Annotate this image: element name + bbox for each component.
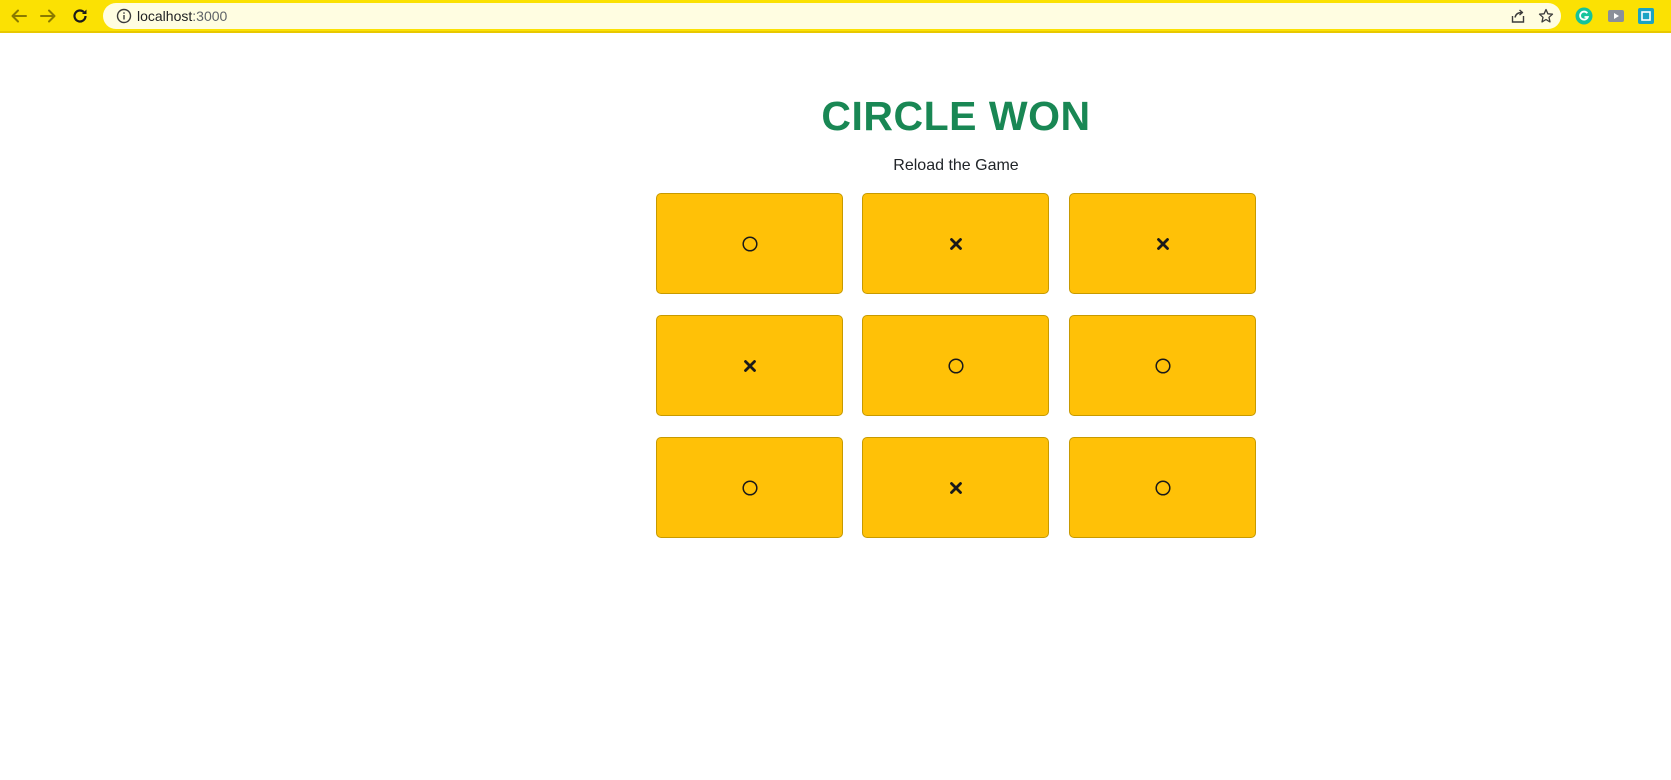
url-host: localhost [137, 8, 193, 24]
board-cell[interactable] [656, 193, 843, 294]
cross-icon [1156, 237, 1169, 250]
cross-icon [743, 359, 756, 372]
forward-button[interactable] [37, 5, 59, 27]
reload-button[interactable] [69, 5, 91, 27]
board-cell[interactable] [862, 315, 1049, 416]
url-port: :3000 [192, 8, 228, 24]
back-button[interactable] [8, 5, 30, 27]
board-cell[interactable] [1069, 437, 1256, 538]
circle-icon [947, 357, 964, 374]
board-cell[interactable] [862, 437, 1049, 538]
arrow-left-icon [11, 9, 27, 23]
board-cell[interactable] [1069, 315, 1256, 416]
cross-icon [949, 237, 962, 250]
circle-icon [741, 235, 758, 252]
arrow-right-icon [40, 9, 56, 23]
cross-icon [949, 481, 962, 494]
media-extension-icon[interactable] [1607, 7, 1625, 25]
star-icon[interactable] [1538, 8, 1554, 24]
board-cell[interactable] [862, 193, 1049, 294]
game-board [656, 193, 1256, 539]
board-cell[interactable] [656, 315, 843, 416]
info-icon[interactable] [116, 8, 132, 24]
address-bar[interactable]: localhost:3000 [103, 3, 1561, 29]
url-text: localhost:3000 [137, 7, 227, 25]
browser-toolbar: localhost:3000 [0, 0, 1671, 33]
reload-icon [73, 9, 87, 23]
circle-icon [1154, 479, 1171, 496]
board-cell[interactable] [656, 437, 843, 538]
share-icon[interactable] [1510, 8, 1526, 24]
board-cell[interactable] [1069, 193, 1256, 294]
screenshot-extension-icon[interactable] [1637, 7, 1655, 25]
circle-icon [741, 479, 758, 496]
grammarly-icon[interactable] [1575, 7, 1593, 25]
circle-icon [1154, 357, 1171, 374]
game-result-title: CIRCLE WON [821, 93, 1091, 139]
reload-game-text: Reload the Game [893, 157, 1019, 174]
